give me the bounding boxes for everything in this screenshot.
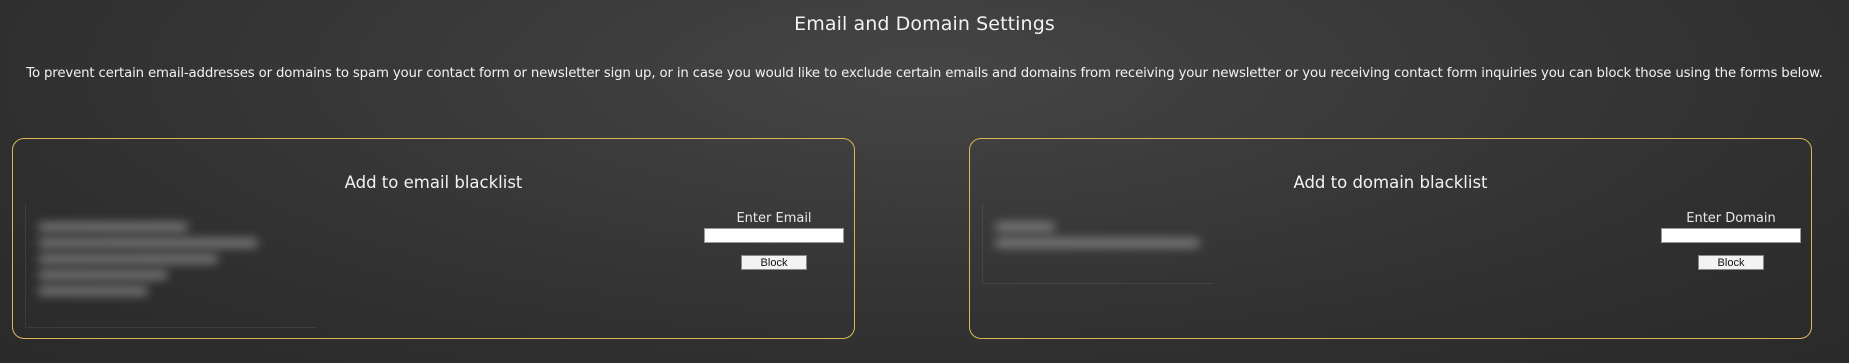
list-item (38, 287, 148, 295)
domain-blacklist-list[interactable] (982, 203, 1213, 284)
list-item (38, 223, 188, 231)
list-item (995, 223, 1055, 231)
list-item (38, 239, 258, 247)
page-title: Email and Domain Settings (794, 13, 1055, 35)
domain-blacklist-panel: Add to domain blacklist Enter Domain Blo… (969, 138, 1812, 339)
block-email-button[interactable]: Block (741, 255, 807, 270)
domain-field[interactable] (1661, 228, 1801, 243)
block-domain-button[interactable]: Block (1698, 255, 1764, 270)
email-panel-title: Add to email blacklist (344, 173, 523, 192)
list-item (38, 255, 218, 263)
domain-panel-title: Add to domain blacklist (1293, 173, 1488, 192)
email-blacklist-panel: Add to email blacklist Enter Email Block (12, 138, 855, 339)
list-item (38, 271, 168, 279)
email-field[interactable] (704, 228, 844, 243)
email-blacklist-list[interactable] (25, 203, 316, 328)
domain-field-label: Enter Domain (1686, 211, 1776, 226)
email-field-label: Enter Email (736, 211, 812, 226)
intro-text: To prevent certain email-addresses or do… (26, 66, 1823, 81)
domain-form: Enter Domain Block (1660, 211, 1802, 270)
list-item (995, 239, 1200, 247)
email-form: Enter Email Block (703, 211, 845, 270)
